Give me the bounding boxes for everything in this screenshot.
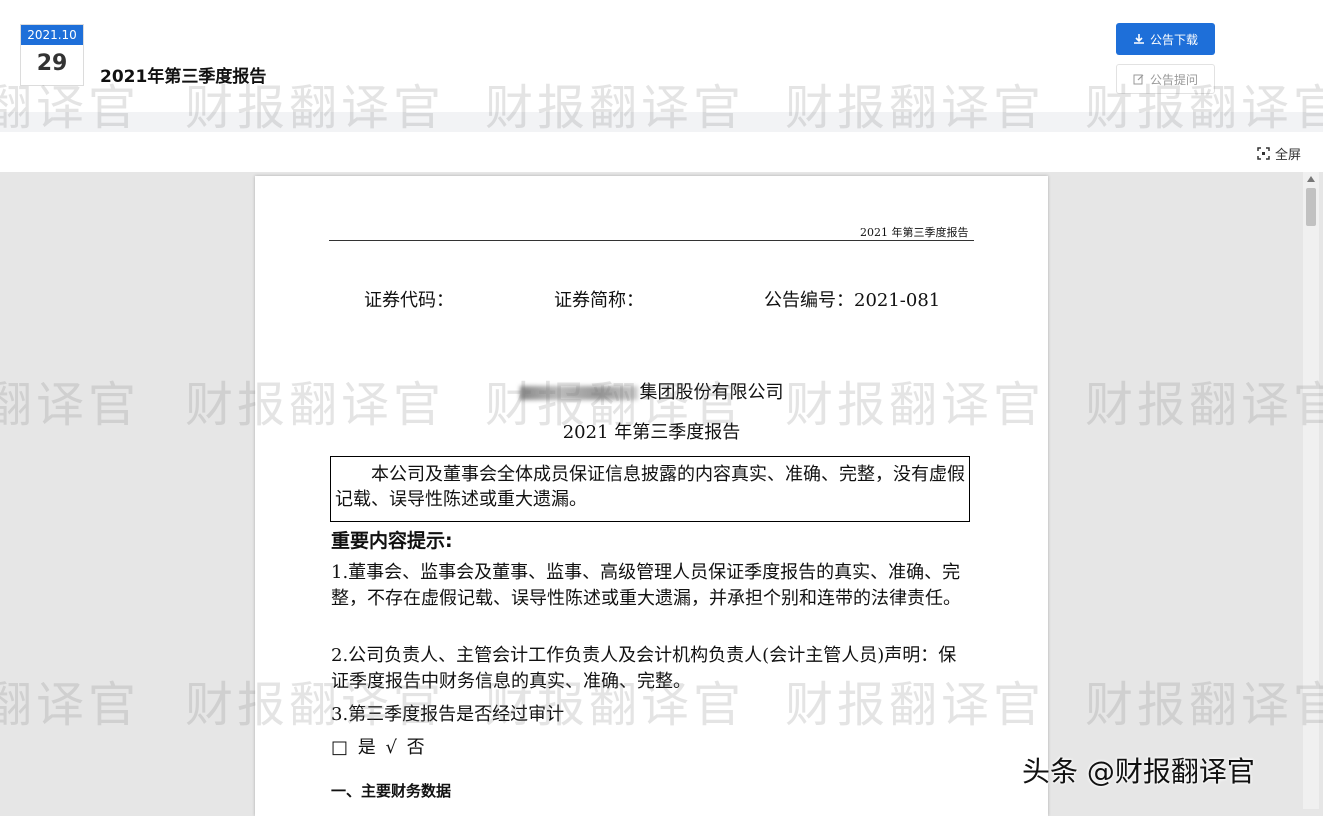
company-name-text: 集团股份有限公司 bbox=[639, 382, 784, 403]
audit-options: □ 是 √ 否 bbox=[331, 737, 427, 758]
header-band bbox=[0, 112, 1323, 132]
edit-icon bbox=[1133, 74, 1144, 85]
date-badge: 2021.10 29 bbox=[20, 24, 84, 86]
download-button[interactable]: 公告下载 bbox=[1116, 23, 1215, 55]
ask-button-label: 公告提问 bbox=[1149, 72, 1198, 87]
report-title: 2021 年第三季度报告 bbox=[562, 422, 741, 443]
security-name-label: 证券简称： bbox=[554, 290, 644, 311]
running-head: 2021 年第三季度报告 bbox=[860, 226, 969, 239]
scroll-thumb[interactable] bbox=[1306, 188, 1316, 226]
date-month: 2021.10 bbox=[21, 25, 83, 45]
announcement-number: 公告编号：2021-081 bbox=[764, 290, 941, 311]
header-rule bbox=[329, 240, 974, 241]
ask-question-button[interactable]: 公告提问 bbox=[1116, 64, 1215, 94]
viewer-toolbar: 全屏 bbox=[0, 132, 1323, 172]
financial-section-title: 一、主要财务数据 bbox=[331, 782, 452, 800]
download-button-label: 公告下载 bbox=[1149, 32, 1198, 47]
security-code-label: 证券代码： bbox=[364, 290, 454, 311]
important-title: 重要内容提示: bbox=[331, 530, 453, 552]
page-title: 2021年第三季度报告 bbox=[100, 67, 267, 87]
download-icon bbox=[1133, 34, 1144, 44]
scroll-up-icon[interactable] bbox=[1307, 176, 1315, 182]
fullscreen-label: 全屏 bbox=[1274, 148, 1301, 163]
date-day: 29 bbox=[36, 51, 68, 76]
source-watermark: 头条 @财报翻译官 bbox=[1022, 755, 1255, 788]
fullscreen-icon bbox=[1257, 147, 1270, 160]
vertical-scrollbar[interactable] bbox=[1303, 172, 1319, 809]
company-name: 集团股份有限公司 bbox=[255, 378, 1048, 404]
item-3: 3.第三季度报告是否经过审计 bbox=[331, 704, 565, 725]
redacted-name bbox=[519, 386, 638, 400]
announcement-header: 2021.10 29 2021年第三季度报告 公告下载 公告提问 bbox=[0, 0, 1323, 132]
notice-box: 本公司及董事会全体成员保证信息披露的内容真实、准确、完整，没有虚假记载、误导性陈… bbox=[330, 456, 970, 522]
document-page: 2021 年第三季度报告 证券代码： 证券简称： 公告编号：2021-081 集… bbox=[255, 176, 1048, 816]
item-1: 1.董事会、监事会及董事、监事、高级管理人员保证季度报告的真实、准确、完整，不存… bbox=[331, 562, 961, 609]
fullscreen-button[interactable]: 全屏 bbox=[1257, 144, 1301, 163]
item-2: 2.公司负责人、主管会计工作负责人及会计机构负责人(会计主管人员)声明：保证季度… bbox=[331, 645, 957, 692]
